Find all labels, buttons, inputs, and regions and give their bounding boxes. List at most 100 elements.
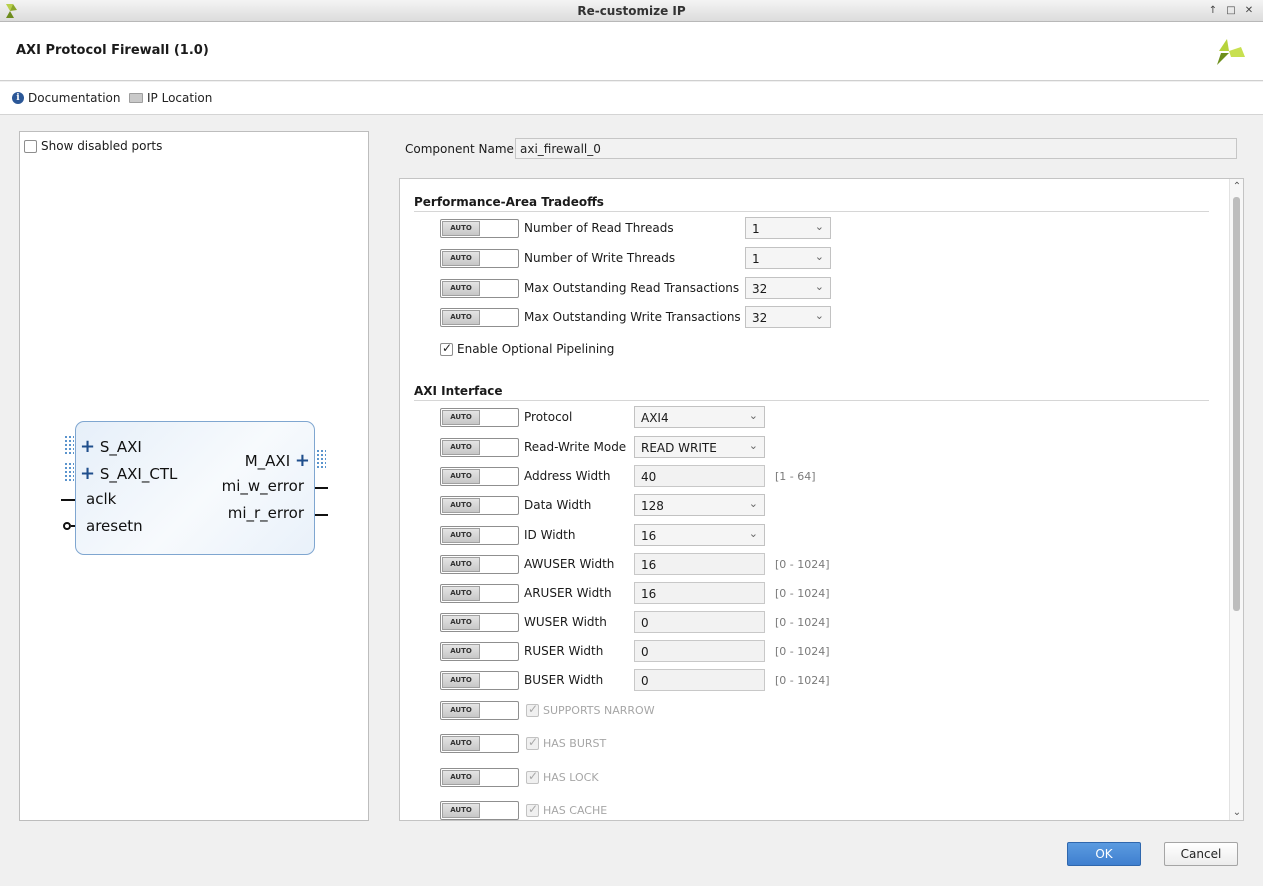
max-read-combo[interactable]: 32 ⌄	[745, 277, 831, 299]
max-write-combo[interactable]: 32 ⌄	[745, 306, 831, 328]
s-axi-bus-icon	[64, 435, 74, 455]
has-burst-check	[526, 735, 539, 750]
ip-title: AXI Protocol Firewall (1.0)	[16, 43, 209, 58]
has-lock-checkbox: HAS LOCK	[526, 769, 599, 784]
has-burst-checkbox: HAS BURST	[526, 735, 606, 750]
awuser-width-input[interactable]: 16	[634, 553, 765, 575]
param-label: ID Width	[524, 528, 576, 542]
port-aresetn[interactable]: aresetn	[86, 517, 143, 535]
param-label: WUSER Width	[524, 615, 607, 629]
chevron-down-icon: ⌄	[748, 409, 758, 422]
auto-toggle-aruser-width[interactable]: AUTO	[440, 584, 519, 603]
auto-toggle-has-burst[interactable]: AUTO	[440, 734, 519, 753]
ip-location-link[interactable]: IP Location	[129, 91, 212, 105]
port-s-axi-ctl[interactable]: + S_AXI_CTL	[80, 463, 177, 484]
ip-location-label: IP Location	[147, 91, 213, 105]
documentation-label: Documentation	[28, 91, 121, 105]
param-label: Data Width	[524, 498, 592, 512]
auto-toggle-read-write-mode[interactable]: AUTO	[440, 438, 519, 457]
auto-toggle-read-threads[interactable]: AUTO	[440, 219, 519, 238]
expand-plus-icon: +	[80, 436, 96, 457]
aruser-width-range: [0 - 1024]	[775, 587, 830, 600]
auto-toggle-protocol[interactable]: AUTO	[440, 408, 519, 427]
data-width-combo[interactable]: 128 ⌄	[634, 494, 765, 516]
section-axi-title: AXI Interface	[414, 384, 503, 398]
chevron-down-icon: ⌄	[814, 280, 824, 293]
ok-button[interactable]: OK	[1067, 842, 1141, 866]
param-label: Max Outstanding Write Transactions	[524, 310, 741, 324]
auto-toggle-ruser-width[interactable]: AUTO	[440, 642, 519, 661]
link-bar: i Documentation IP Location	[0, 82, 1263, 115]
chevron-down-icon: ⌄	[814, 250, 824, 263]
port-mi-w-error[interactable]: mi_w_error	[222, 477, 304, 495]
param-label: Number of Write Threads	[524, 251, 676, 265]
param-label: BUSER Width	[524, 673, 604, 687]
ip-header: AXI Protocol Firewall (1.0)	[0, 22, 1263, 81]
window-maximize-up-icon[interactable]: ↑	[1205, 3, 1221, 19]
auto-toggle-max-read[interactable]: AUTO	[440, 279, 519, 298]
wuser-width-input[interactable]: 0	[634, 611, 765, 633]
scrollbar-thumb[interactable]	[1233, 197, 1240, 611]
aresetn-pin-bubble	[63, 522, 71, 530]
auto-toggle-id-width[interactable]: AUTO	[440, 526, 519, 545]
enable-pipelining-checkbox[interactable]: Enable Optional Pipelining	[440, 341, 615, 356]
info-icon: i	[12, 92, 24, 104]
enable-pipelining-check[interactable]	[440, 341, 453, 356]
auto-toggle-awuser-width[interactable]: AUTO	[440, 555, 519, 574]
window-restore-icon[interactable]: □	[1223, 3, 1239, 19]
write-threads-combo[interactable]: 1 ⌄	[745, 247, 831, 269]
vertical-scrollbar[interactable]: ⌃ ⌄	[1229, 179, 1243, 820]
cancel-button[interactable]: Cancel	[1164, 842, 1238, 866]
auto-toggle-wuser-width[interactable]: AUTO	[440, 613, 519, 632]
buser-width-range: [0 - 1024]	[775, 674, 830, 687]
show-disabled-ports-checkbox[interactable]: Show disabled ports	[24, 139, 162, 153]
aruser-width-input[interactable]: 16	[634, 582, 765, 604]
port-mi-r-error[interactable]: mi_r_error	[228, 504, 304, 522]
window-title: Re-customize IP	[577, 4, 686, 18]
param-label: RUSER Width	[524, 644, 604, 658]
auto-toggle-buser-width[interactable]: AUTO	[440, 671, 519, 690]
title-bar: Re-customize IP ↑ □ ✕	[0, 0, 1263, 22]
parameters-panel: Performance-Area Tradeoffs AUTO Number o…	[399, 178, 1244, 821]
component-name-input[interactable]: axi_firewall_0	[515, 138, 1237, 159]
param-label: ARUSER Width	[524, 586, 612, 600]
chevron-down-icon: ⌄	[748, 527, 758, 540]
section-performance-title: Performance-Area Tradeoffs	[414, 195, 604, 209]
id-width-combo[interactable]: 16 ⌄	[634, 524, 765, 546]
auto-toggle-write-threads[interactable]: AUTO	[440, 249, 519, 268]
port-s-axi[interactable]: + S_AXI	[80, 436, 142, 457]
chevron-down-icon: ⌄	[814, 309, 824, 322]
supports-narrow-checkbox: SUPPORTS NARROW	[526, 702, 655, 717]
auto-toggle-data-width[interactable]: AUTO	[440, 496, 519, 515]
param-label: Protocol	[524, 410, 573, 424]
port-m-axi[interactable]: M_AXI +	[245, 450, 310, 471]
scroll-down-icon[interactable]: ⌄	[1231, 807, 1243, 818]
auto-toggle-address-width[interactable]: AUTO	[440, 467, 519, 486]
port-aclk[interactable]: aclk	[86, 490, 116, 508]
supports-narrow-check	[526, 702, 539, 717]
aclk-pin	[61, 499, 75, 501]
protocol-combo[interactable]: AXI4 ⌄	[634, 406, 765, 428]
expand-plus-icon: +	[294, 450, 310, 471]
auto-toggle-supports-narrow[interactable]: AUTO	[440, 701, 519, 720]
ip-block-symbol[interactable]: + S_AXI + S_AXI_CTL aclk aresetn M_AXI +…	[75, 421, 315, 555]
has-cache-check	[526, 802, 539, 817]
buser-width-input[interactable]: 0	[634, 669, 765, 691]
address-width-input[interactable]: 40	[634, 465, 765, 487]
param-label: Read-Write Mode	[524, 440, 627, 454]
show-disabled-ports-check[interactable]	[24, 139, 37, 153]
auto-toggle-has-lock[interactable]: AUTO	[440, 768, 519, 787]
auto-toggle-max-write[interactable]: AUTO	[440, 308, 519, 327]
address-width-range: [1 - 64]	[775, 470, 816, 483]
read-write-mode-combo[interactable]: READ WRITE ⌄	[634, 436, 765, 458]
has-lock-check	[526, 769, 539, 784]
chevron-down-icon: ⌄	[748, 439, 758, 452]
scroll-up-icon[interactable]: ⌃	[1231, 181, 1243, 192]
window-close-icon[interactable]: ✕	[1241, 3, 1257, 19]
enable-pipelining-label: Enable Optional Pipelining	[457, 342, 615, 356]
read-threads-combo[interactable]: 1 ⌄	[745, 217, 831, 239]
documentation-link[interactable]: i Documentation	[12, 91, 121, 105]
ruser-width-input[interactable]: 0	[634, 640, 765, 662]
xilinx-logo-icon	[1217, 39, 1245, 65]
auto-toggle-has-cache[interactable]: AUTO	[440, 801, 519, 820]
